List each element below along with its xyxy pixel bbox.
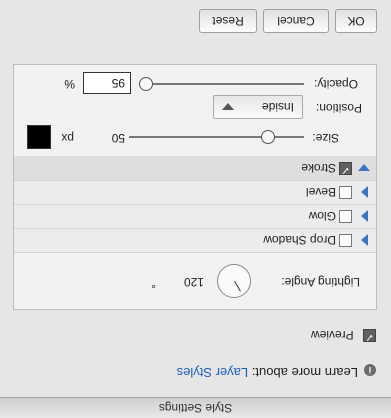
lighting-angle-dial[interactable] (217, 264, 251, 298)
size-unit: px (61, 131, 74, 145)
opacity-label: Opacity: (313, 77, 358, 91)
layer-styles-link[interactable]: Layer Styles (177, 365, 249, 380)
bevel-checkbox[interactable] (339, 186, 352, 199)
stroke-controls: Size: 50 px Position: Inside Opacity: 95… (14, 65, 376, 157)
title-bar: Style Settings (0, 397, 391, 418)
disclosure-triangle-icon[interactable] (361, 186, 368, 198)
size-slider-knob[interactable] (261, 130, 275, 144)
effect-row-glow[interactable]: Glow (14, 204, 376, 229)
disclosure-triangle-open-icon[interactable] (358, 164, 370, 171)
lighting-angle-value[interactable]: 120 (184, 275, 204, 289)
opacity-slider-knob[interactable] (139, 77, 154, 91)
preview-row[interactable]: Preview (311, 328, 376, 342)
size-slider-track[interactable] (129, 136, 304, 138)
effect-row-bevel[interactable]: Bevel (14, 180, 376, 205)
glow-label: Glow (308, 209, 336, 223)
learn-more-prefix: Learn more about: (251, 365, 358, 380)
lighting-angle-label: Lighting Angle: (281, 275, 360, 289)
effects-panel: Lighting Angle: 120 ° Drop Shadow Glow B… (13, 64, 377, 310)
effect-row-drop-shadow[interactable]: Drop Shadow (14, 228, 376, 253)
preview-checkbox[interactable] (363, 329, 376, 342)
disclosure-triangle-icon[interactable] (361, 210, 368, 222)
drop-shadow-checkbox[interactable] (339, 234, 352, 247)
position-selected-value: Inside (261, 100, 294, 114)
disclosure-triangle-icon[interactable] (361, 234, 368, 246)
dial-needle (234, 280, 241, 292)
size-value[interactable]: 50 (112, 131, 125, 145)
reset-button[interactable]: Reset (199, 9, 257, 33)
stroke-checkbox[interactable] (339, 162, 352, 175)
stroke-label: Stroke (301, 161, 336, 175)
style-settings-dialog: Style Settings i Learn more about: Layer … (0, 0, 391, 418)
bevel-label: Bevel (305, 185, 336, 199)
opacity-slider-track[interactable] (139, 83, 304, 85)
info-icon: i (364, 364, 376, 376)
lighting-angle-row: Lighting Angle: 120 ° (14, 253, 376, 309)
lighting-angle-unit: ° (151, 277, 156, 291)
cancel-button[interactable]: Cancel (263, 9, 329, 33)
effect-row-stroke[interactable]: Stroke (14, 156, 376, 181)
dialog-title: Style Settings (158, 401, 233, 415)
position-select[interactable]: Inside (213, 95, 303, 119)
chevron-down-icon (222, 103, 234, 110)
size-label: Size: (312, 131, 339, 145)
ok-button[interactable]: OK (335, 9, 377, 33)
learn-more-row: i Learn more about: Layer Styles (177, 364, 376, 380)
stroke-color-swatch[interactable] (27, 125, 51, 149)
glow-checkbox[interactable] (339, 210, 352, 223)
opacity-input[interactable]: 95 (83, 72, 131, 94)
preview-label: Preview (310, 328, 354, 342)
opacity-input-value: 95 (111, 76, 125, 90)
drop-shadow-label: Drop Shadow (263, 233, 336, 247)
opacity-unit: % (64, 77, 75, 91)
position-label: Position: (315, 101, 362, 115)
